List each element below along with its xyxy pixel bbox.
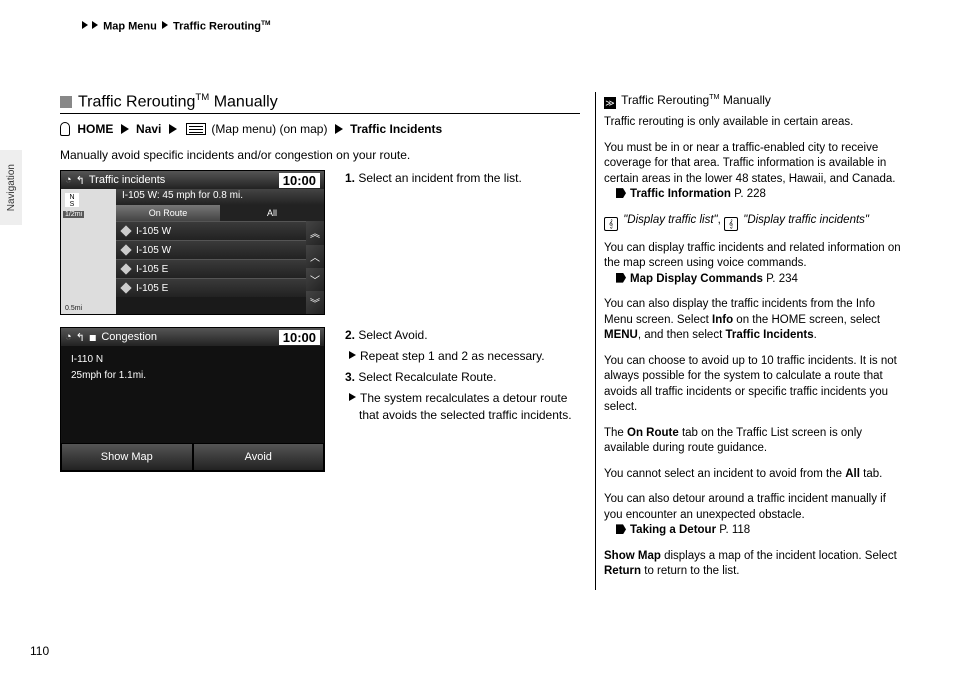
- diamond-icon: [120, 264, 131, 275]
- menu-icon: [186, 123, 206, 135]
- heading-text: Traffic Rerouting: [78, 93, 195, 110]
- distance-badge: 1/2mi: [63, 211, 84, 218]
- scroll-top-button[interactable]: ︽: [306, 221, 324, 244]
- intro-text: Manually avoid specific incidents and/or…: [60, 148, 580, 162]
- square-bullet-icon: [60, 96, 72, 108]
- ref-icon: [616, 273, 626, 283]
- diamond-icon: [120, 245, 131, 256]
- sidebar-text: You can also detour around a traffic inc…: [604, 492, 905, 539]
- signal-icon: ◔: [65, 331, 72, 343]
- sidebar-text: You can display traffic incidents and re…: [604, 241, 905, 288]
- page-number: 110: [30, 644, 49, 658]
- tab-on-route[interactable]: On Route: [116, 205, 220, 221]
- clock: 10:00: [279, 330, 320, 345]
- step-1: 1. Select an incident from the list.: [345, 170, 580, 187]
- ref-icon: [616, 524, 626, 534]
- incident-road: I-110 N: [71, 352, 314, 368]
- breadcrumb-item: Map Menu: [103, 21, 157, 33]
- screenshot-congestion: ◔ ↰ ◆ Congestion 10:00 I-110 N 25mph for…: [60, 327, 325, 472]
- sub-bullet-icon: [349, 393, 356, 401]
- list-item-label: I-105 E: [136, 264, 168, 275]
- step-2: 2. Select Avoid.: [345, 327, 580, 344]
- map-preview: NS 1/2mi 0.5mi: [61, 189, 116, 314]
- nav-path-item: HOME: [77, 122, 113, 136]
- incident-summary: I-105 W: 45 mph for 0.8 mi.: [116, 189, 324, 205]
- voice-icon: 𝄞: [724, 217, 738, 231]
- screen-title: Traffic incidents: [89, 174, 165, 186]
- list-item[interactable]: I-105 W: [116, 240, 306, 259]
- sidebar-text: The On Route tab on the Traffic List scr…: [604, 426, 905, 457]
- heading-text: Manually: [209, 93, 277, 110]
- chevron-right-icon: [335, 124, 343, 134]
- tab-all[interactable]: All: [220, 205, 324, 221]
- sidebar-voice: 𝄞 "Display traffic list", 𝄞 "Display tra…: [604, 213, 905, 231]
- list-item[interactable]: I-105 W: [116, 221, 306, 240]
- voice-icon: 𝄞: [604, 217, 618, 231]
- chevron-right-icon: [162, 21, 168, 29]
- list-item-label: I-105 W: [136, 226, 171, 237]
- info-chip-icon: ≫: [604, 97, 616, 109]
- nav-path-item: Navi: [136, 122, 161, 136]
- diamond-icon: [120, 283, 131, 294]
- sidebar-text: You must be in or near a traffic-enabled…: [604, 141, 905, 203]
- info-sidebar: ≫ Traffic ReroutingTM Manually Traffic r…: [595, 92, 905, 590]
- avoid-button[interactable]: Avoid: [193, 443, 325, 471]
- sub-bullet-icon: [349, 351, 356, 359]
- trademark: TM: [195, 92, 209, 103]
- compass-icon: NS: [65, 193, 79, 207]
- nav-path: HOME Navi (Map menu) (on map) Traffic In…: [60, 122, 580, 136]
- list-item[interactable]: I-105 E: [116, 278, 306, 297]
- scroll-bottom-button[interactable]: ︾: [306, 291, 324, 314]
- trademark: TM: [261, 20, 271, 27]
- section-tab-label: Navigation: [6, 164, 17, 211]
- diamond-icon: ◆: [86, 330, 101, 345]
- back-icon: ↰: [76, 331, 85, 344]
- scale-label: 0.5mi: [65, 305, 82, 312]
- list-item-label: I-105 E: [136, 283, 168, 294]
- section-heading: Traffic ReroutingTM Manually: [60, 92, 580, 114]
- screenshot-traffic-incidents: ◔ ↰ Traffic incidents 10:00 NS 1/2mi 0.5…: [60, 170, 325, 315]
- incident-detail: 25mph for 1.1mi.: [71, 368, 314, 384]
- sidebar-title: ≫ Traffic ReroutingTM Manually: [604, 92, 905, 109]
- step-2-sub: Repeat step 1 and 2 as necessary.: [345, 348, 580, 365]
- section-tab: Navigation: [0, 150, 22, 225]
- step-3-sub: The system recalculates a detour route t…: [345, 390, 580, 424]
- sidebar-text: Traffic rerouting is only available in c…: [604, 115, 905, 131]
- breadcrumb: Map Menu Traffic ReroutingTM: [80, 20, 271, 33]
- chevron-right-icon: [121, 124, 129, 134]
- sidebar-text: You cannot select an incident to avoid f…: [604, 467, 905, 483]
- chevron-right-icon: [82, 21, 88, 29]
- ref-icon: [616, 188, 626, 198]
- list-item[interactable]: I-105 E: [116, 259, 306, 278]
- show-map-button[interactable]: Show Map: [61, 443, 193, 471]
- chevron-right-icon: [169, 124, 177, 134]
- breadcrumb-item: Traffic Rerouting: [173, 21, 261, 33]
- nav-path-item: (Map menu) (on map): [211, 122, 327, 136]
- scroll-up-button[interactable]: ︿: [306, 245, 324, 268]
- back-icon: ↰: [76, 174, 85, 187]
- sidebar-text: You can choose to avoid up to 10 traffic…: [604, 354, 905, 416]
- sidebar-text: You can also display the traffic inciden…: [604, 297, 905, 344]
- step-3: 3. Select Recalculate Route.: [345, 369, 580, 386]
- list-item-label: I-105 W: [136, 245, 171, 256]
- chevron-right-icon: [92, 21, 98, 29]
- clock: 10:00: [279, 173, 320, 188]
- nav-path-item: Traffic Incidents: [350, 122, 442, 136]
- sidebar-text: Show Map displays a map of the incident …: [604, 549, 905, 580]
- signal-icon: ◔: [65, 174, 72, 186]
- scroll-down-button[interactable]: ﹀: [306, 268, 324, 291]
- home-icon: [60, 122, 70, 136]
- screen-title: Congestion: [101, 331, 157, 343]
- diamond-icon: [120, 226, 131, 237]
